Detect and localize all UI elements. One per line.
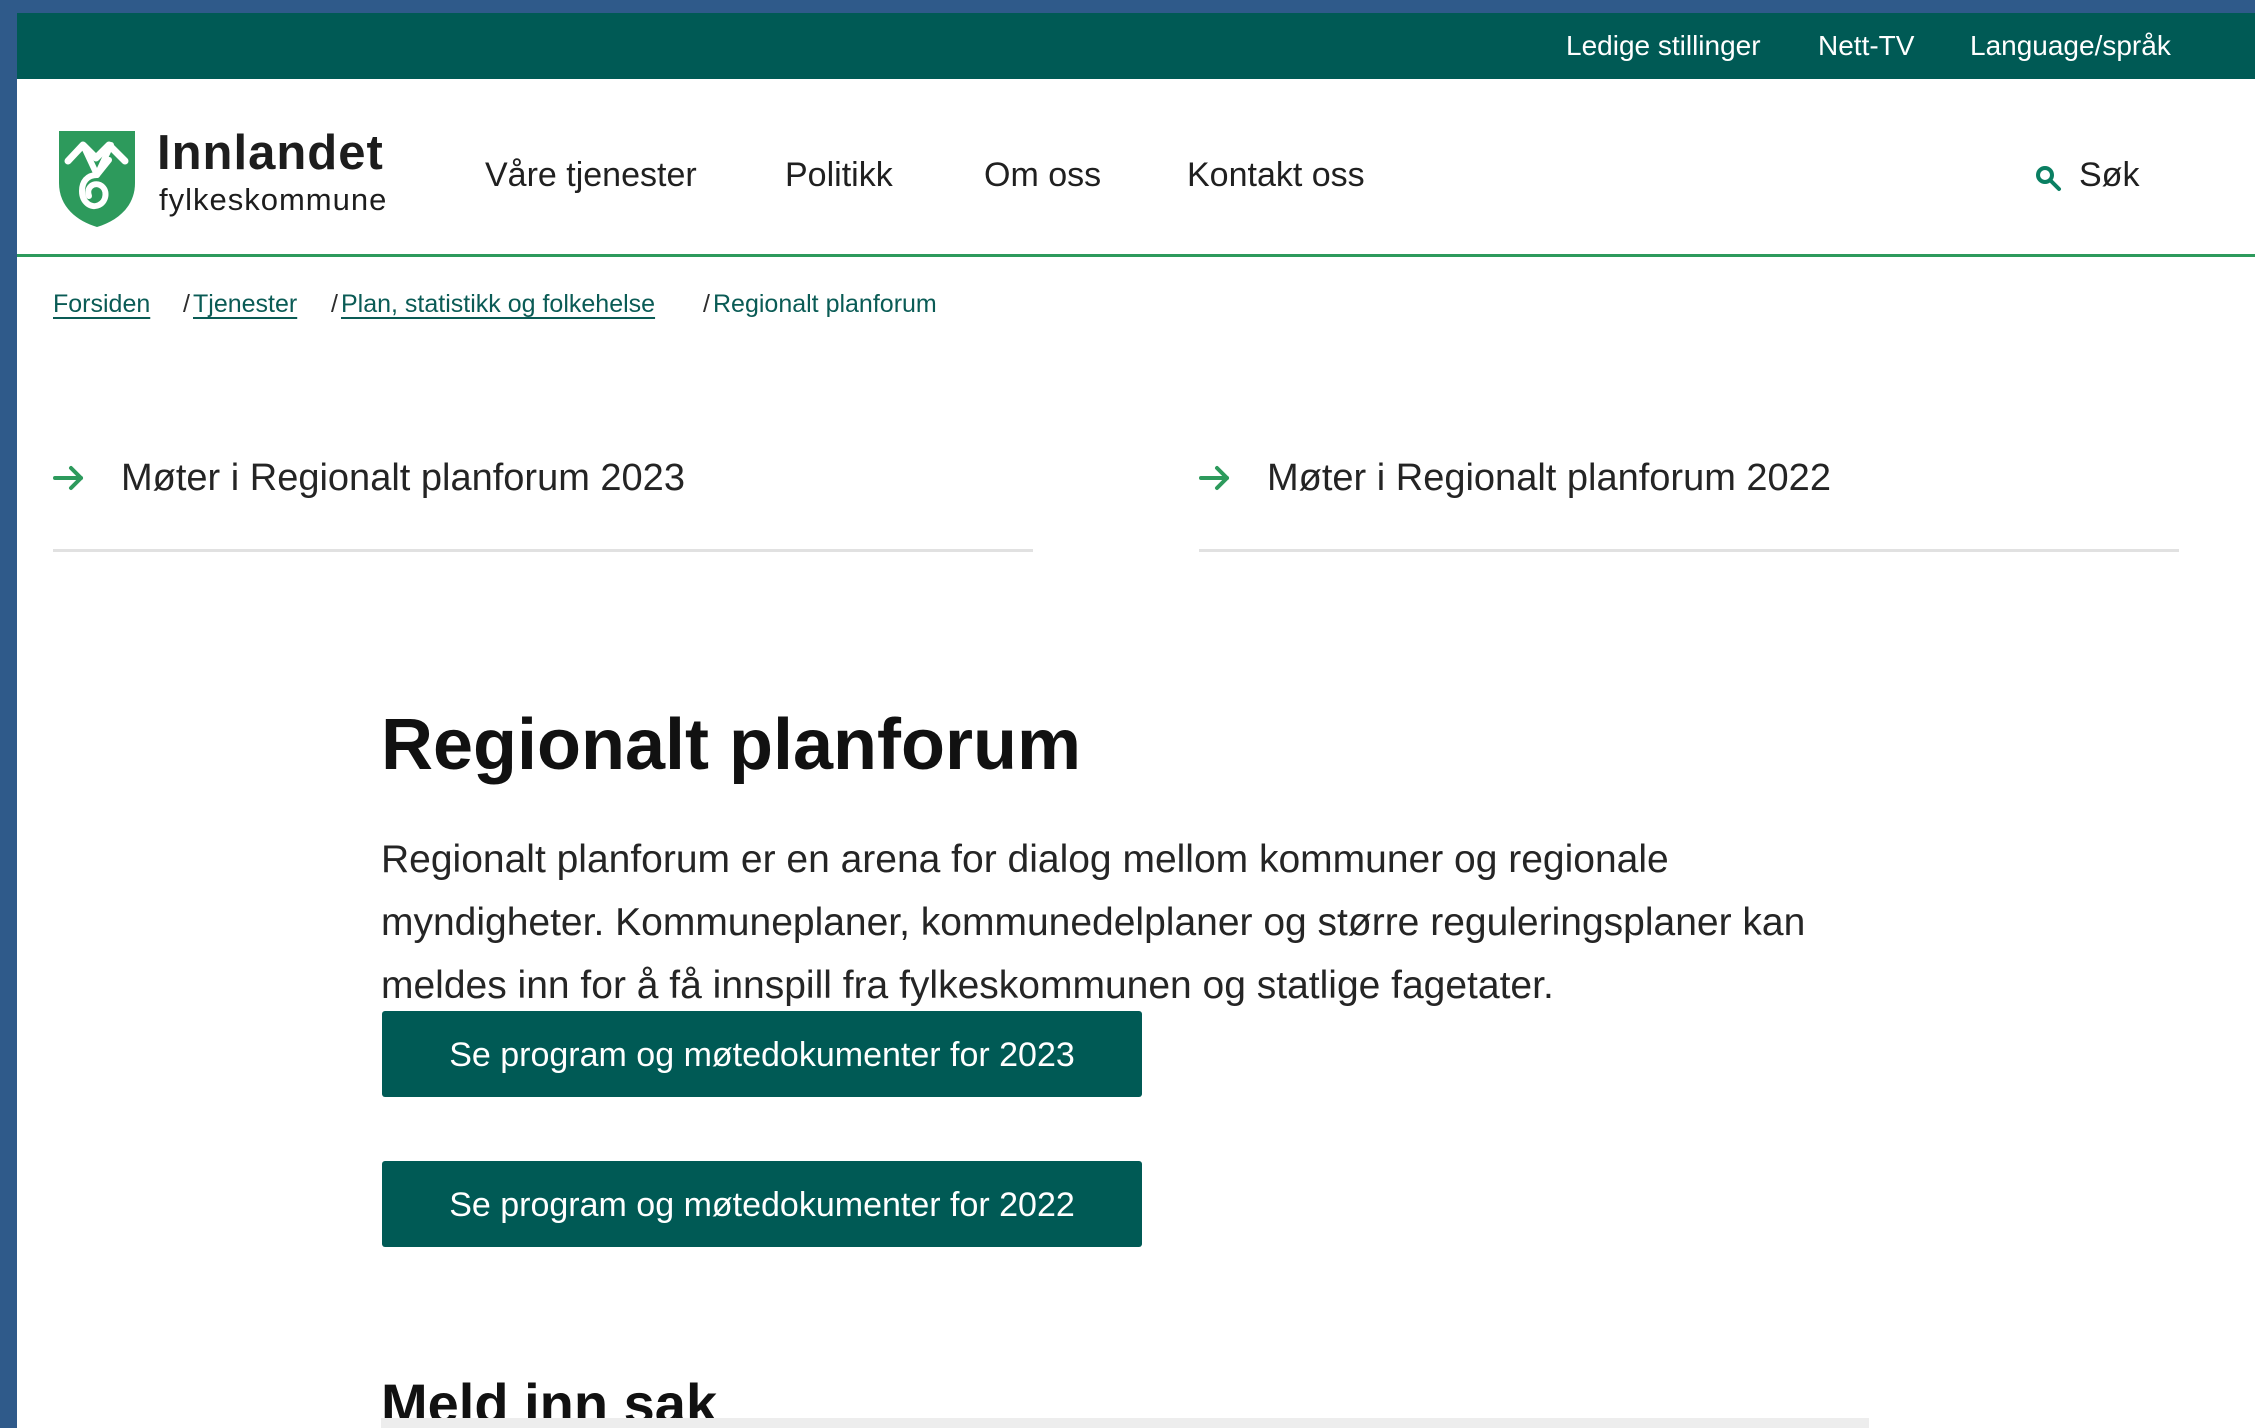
site-header: Innlandet fylkeskommune Våre tjenester P… xyxy=(17,79,2255,257)
logo-title: Innlandet xyxy=(157,126,384,180)
search-icon xyxy=(2036,166,2061,191)
arrow-right-icon xyxy=(1199,466,1229,490)
nav-kontakt-oss[interactable]: Kontakt oss xyxy=(1187,155,1365,195)
related-link-2022[interactable]: Møter i Regionalt planforum 2022 xyxy=(1199,443,2179,552)
breadcrumb-separator: / xyxy=(183,290,190,318)
arrow-right-icon xyxy=(53,466,83,490)
language-link[interactable]: Language/språk xyxy=(1970,29,2171,63)
breadcrumb-current: Regionalt planforum xyxy=(713,290,937,318)
ledige-stillinger-link[interactable]: Ledige stillinger xyxy=(1566,29,1761,63)
intro-paragraph: Regionalt planforum er en arena for dial… xyxy=(381,838,1806,1007)
breadcrumb-separator: / xyxy=(703,290,710,318)
nav-politikk[interactable]: Politikk xyxy=(785,155,893,195)
logo-subtitle: fylkeskommune xyxy=(159,182,388,217)
nett-tv-link[interactable]: Nett-TV xyxy=(1818,29,1914,63)
related-link-2023[interactable]: Møter i Regionalt planforum 2023 xyxy=(53,443,1033,552)
utility-bar: Ledige stillinger Nett-TV Language/språk xyxy=(17,13,2255,79)
nav-om-oss[interactable]: Om oss xyxy=(984,155,1101,195)
shield-icon xyxy=(59,131,135,227)
breadcrumb-forsiden[interactable]: Forsiden xyxy=(53,289,150,320)
breadcrumb-tjenester[interactable]: Tjenester xyxy=(193,289,297,320)
program-2022-button[interactable]: Se program og møtedokumenter for 2022 xyxy=(382,1161,1142,1247)
related-link-label: Møter i Regionalt planforum 2023 xyxy=(121,457,685,499)
breadcrumb-plan-statistikk-og-folkehelse[interactable]: Plan, statistikk og folkehelse xyxy=(341,289,655,320)
section-panel-edge xyxy=(381,1418,1869,1428)
browser-page: Ledige stillinger Nett-TV Language/språk… xyxy=(17,13,2255,1428)
breadcrumb-separator: / xyxy=(331,290,338,318)
nav-vare-tjenester[interactable]: Våre tjenester xyxy=(485,155,697,195)
related-link-label: Møter i Regionalt planforum 2022 xyxy=(1267,457,1831,499)
program-2023-button[interactable]: Se program og møtedokumenter for 2023 xyxy=(382,1011,1142,1097)
page-title: Regionalt planforum xyxy=(381,705,1081,786)
search-label: Søk xyxy=(2079,156,2140,194)
